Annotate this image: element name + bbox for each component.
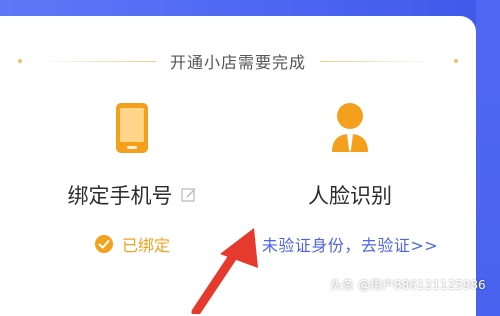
task-title-bind-phone: 绑定手机号 — [67, 184, 173, 208]
task-face-recognition[interactable]: 人脸识别 未验证身份，去验证>> — [240, 96, 460, 256]
check-circle-icon — [94, 235, 113, 253]
heading-divider-left — [35, 60, 156, 62]
watermark-site: 头条 — [330, 277, 355, 292]
watermark: 头条 @用户886121125986 — [330, 274, 500, 294]
task-title-face-recognition: 人脸识别 — [308, 184, 392, 208]
watermark-user: @用户886121125986 — [358, 277, 486, 292]
heading-divider-right — [320, 60, 440, 62]
phone-status-text: 已绑定 — [121, 236, 170, 255]
red-arrow-annotation — [191, 228, 258, 314]
section-heading: 开通小店需要完成 — [0, 46, 476, 76]
heading-dot-right — [454, 59, 458, 63]
heading-dot-left — [17, 59, 22, 63]
side-background — [476, 0, 500, 300]
go-verify-link[interactable]: 未验证身份，去验证>> — [262, 232, 438, 256]
edit-icon[interactable] — [180, 187, 197, 203]
person-icon — [240, 96, 460, 154]
phone-icon — [22, 96, 242, 154]
heading-text: 开通小店需要完成 — [169, 53, 306, 72]
